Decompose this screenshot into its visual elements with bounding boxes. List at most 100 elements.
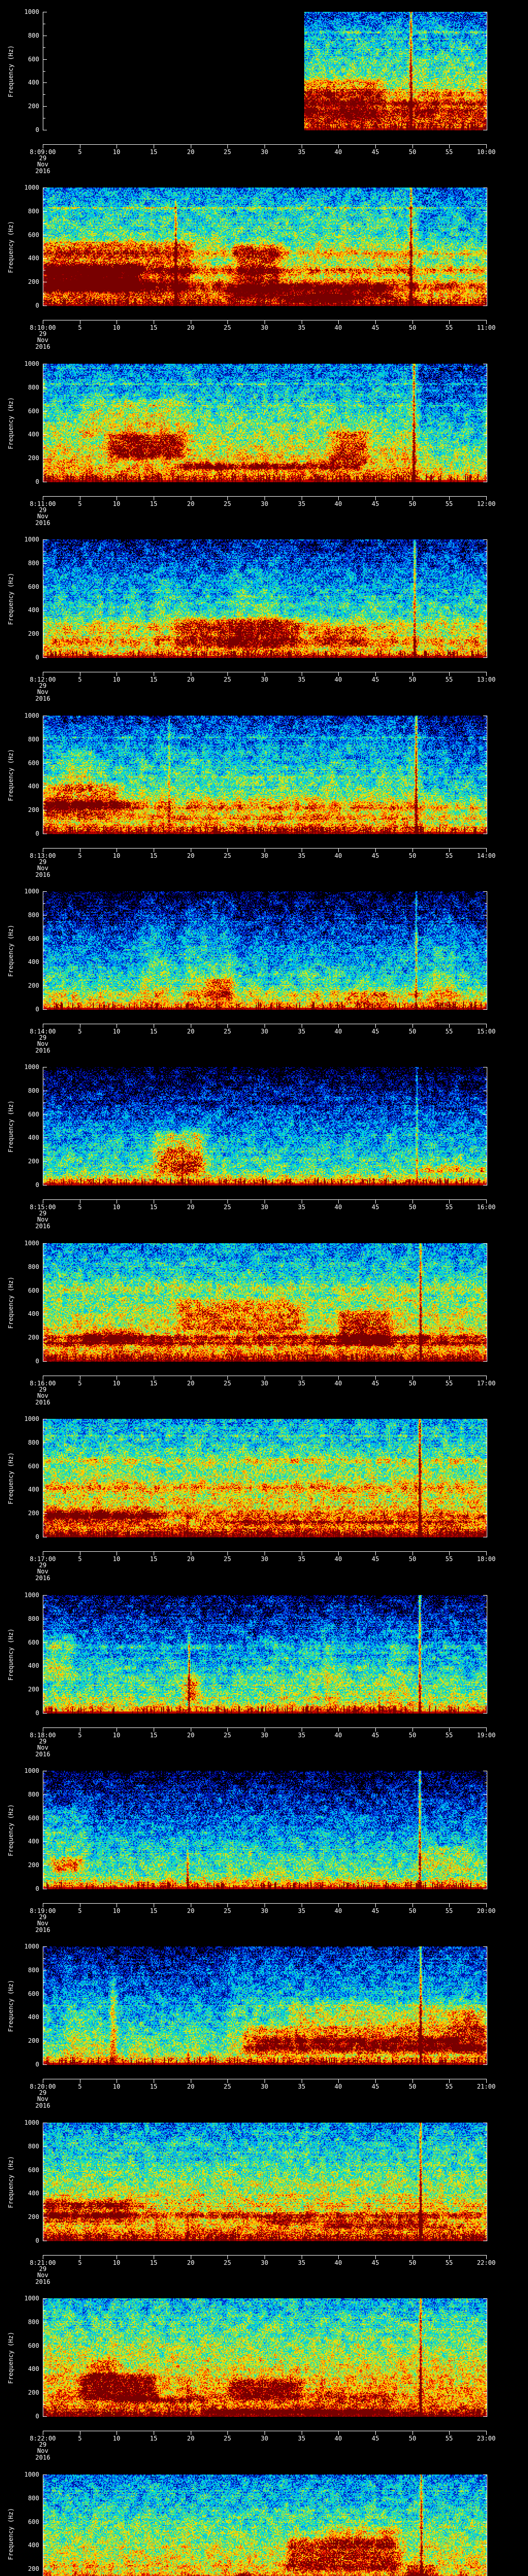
spectrogram-canvas [43,2123,487,2241]
y-minor-tick [485,2134,487,2135]
x-major-tick [412,145,413,148]
y-axis-title: Frequency (Hz) [7,1100,14,1153]
y-tick-label: 200 [28,806,39,814]
x-major-tick [227,497,228,500]
y-major-tick [483,1642,487,1643]
y-major-tick [483,1009,487,1010]
y-tick-label: 800 [28,1791,39,1798]
spectrogram-canvas [43,1243,487,1362]
y-major-tick [43,1970,47,1971]
y-tick-label: 200 [28,1510,39,1517]
x-axis-date-line: 2016 [35,1574,51,1582]
x-major-tick [338,1200,339,1204]
y-major-tick [483,1161,487,1162]
x-axis-date-line: 29 [39,2089,47,2096]
y-major-tick [483,1361,487,1362]
x-end-time-label: 15:00 [476,1028,496,1035]
y-minor-tick [43,1349,45,1350]
y-tick-label: 200 [28,103,39,110]
x-major-tick [449,1904,450,1907]
y-major-tick [483,1513,487,1514]
y-minor-tick [485,399,487,400]
y-axis-title: Frequency (Hz) [7,2507,14,2560]
x-major-tick [375,1904,376,1907]
y-minor-tick [43,446,45,447]
y-tick-label: 800 [28,2495,39,2502]
y-minor-tick [43,1701,45,1702]
y-major-tick [43,2545,47,2546]
y-tick-label: 400 [28,1838,39,1845]
x-major-tick [486,145,487,148]
y-tick-label: 0 [35,1533,39,1540]
x-axis-date-line: Nov [37,2095,48,2103]
y-major-tick [43,258,47,259]
y-major-tick [483,1818,487,1819]
x-major-tick [375,320,376,324]
y-minor-tick [43,903,45,904]
y-tick-label: 0 [35,1006,39,1013]
x-major-tick [375,2079,376,2083]
x-major-tick [227,2256,228,2259]
y-major-tick [43,563,47,564]
x-major-tick [412,1728,413,1732]
x-major-tick [227,1728,228,1732]
x-axis-date-line: 2016 [35,2453,51,2461]
y-major-tick [483,2298,487,2299]
y-tick-label: 600 [28,1463,39,1470]
y-axis-title: Frequency (Hz) [7,1804,14,1856]
x-axis-date-line: 29 [39,155,47,162]
spectrogram-canvas [43,188,487,306]
y-minor-tick [485,551,487,552]
x-major-tick [227,1904,228,1907]
y-major-tick [483,891,487,892]
y-tick-label: 200 [28,1158,39,1165]
y-minor-tick [43,71,45,72]
y-major-tick [43,1009,47,1010]
y-major-tick [43,1642,47,1643]
y-major-tick [43,1161,47,1162]
y-tick-label: 400 [28,606,39,614]
y-tick-label: 1000 [24,1767,39,1774]
y-tick-label: 0 [35,1709,39,1717]
y-major-tick [483,258,487,259]
y-major-tick [483,2416,487,2417]
y-tick-label: 400 [28,79,39,86]
y-minor-tick [485,1302,487,1303]
y-major-tick [43,2170,47,2171]
y-major-tick [483,1970,487,1971]
y-tick-label: 0 [35,478,39,485]
x-axis-date-line: 29 [39,2265,47,2273]
y-major-tick [43,739,47,740]
x-axis-date-line: 2016 [35,519,51,527]
x-major-tick [227,849,228,852]
y-tick-label: 600 [28,1990,39,1997]
y-tick-label: 200 [28,2565,39,2572]
spectrogram-canvas [43,891,487,1010]
y-minor-tick [485,2510,487,2511]
y-tick-label: 1000 [24,1063,39,1071]
y-major-tick [43,1689,47,1690]
x-major-tick [227,2079,228,2083]
y-major-tick [43,2193,47,2194]
x-major-tick [412,1552,413,1555]
spectrogram-panel: Frequency (Hz) 0 200 400 600 800 1000 8:20:00 5 1… [0,1935,528,2111]
x-major-tick [375,1552,376,1555]
y-minor-tick [43,223,45,224]
y-tick-label: 1000 [24,1240,39,1247]
y-minor-tick [485,903,487,904]
y-tick-label: 1000 [24,712,39,719]
y-minor-tick [43,2158,45,2159]
y-tick-label: 800 [28,1263,39,1270]
spectrogram-canvas [43,1946,487,2065]
y-tick-label: 200 [28,630,39,637]
y-minor-tick [43,1454,45,1455]
y-minor-tick [485,1255,487,1256]
y-major-tick [483,610,487,611]
y-minor-tick [43,751,45,752]
y-tick-label: 400 [28,431,39,438]
x-major-tick [449,2079,450,2083]
y-major-tick [43,2298,47,2299]
y-minor-tick [43,2134,45,2135]
y-major-tick [43,610,47,611]
y-major-tick [483,786,487,787]
